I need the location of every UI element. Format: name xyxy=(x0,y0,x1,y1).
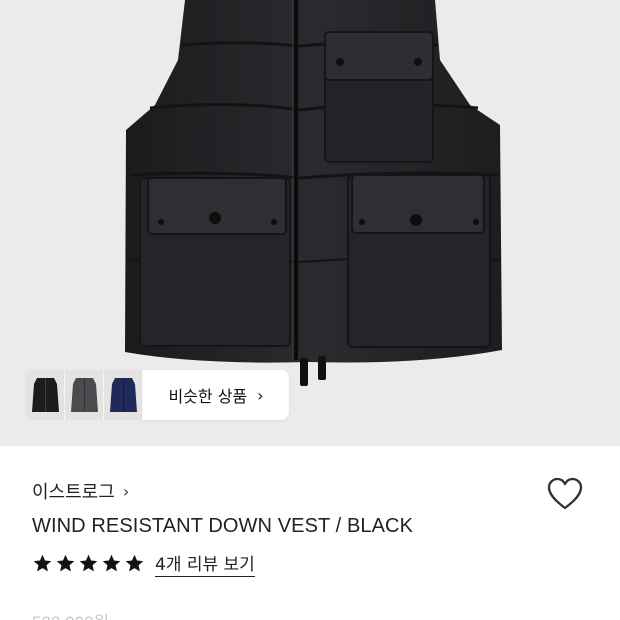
vest-thumbnail-icon xyxy=(110,378,137,412)
chevron-right-icon: › xyxy=(122,481,130,501)
star-rating xyxy=(32,553,145,574)
vest-thumbnail-icon xyxy=(32,378,59,412)
similar-products-bar[interactable]: 비슷한 상품 › xyxy=(26,370,289,420)
product-title: WIND RESISTANT DOWN VEST / BLACK xyxy=(32,515,414,537)
brand-link[interactable]: 이스트로그 › xyxy=(32,476,588,506)
brand-name: 이스트로그 xyxy=(32,482,115,503)
similar-products-button[interactable]: 비슷한 상품 › xyxy=(143,370,289,420)
product-price: 528,000원 xyxy=(32,608,109,620)
star-icon xyxy=(102,554,121,572)
star-icon xyxy=(79,554,98,572)
product-info: 이스트로그 › WIND RESISTANT DOWN VEST / BLACK… xyxy=(32,476,588,577)
rating-row: 4개 리뷰 보기 xyxy=(32,550,588,577)
star-icon xyxy=(56,554,75,572)
similar-thumbnail[interactable] xyxy=(65,370,104,420)
chevron-right-icon: › xyxy=(257,385,264,405)
similar-products-label: 비슷한 상품 xyxy=(168,387,248,406)
vest-thumbnail-icon xyxy=(71,378,98,412)
similar-thumbnail[interactable] xyxy=(104,370,143,420)
reviews-link[interactable]: 4개 리뷰 보기 xyxy=(155,550,255,577)
similar-thumbnail[interactable] xyxy=(26,370,65,420)
heart-outline-icon[interactable] xyxy=(546,476,584,512)
star-icon xyxy=(33,554,52,572)
star-icon xyxy=(125,554,144,572)
